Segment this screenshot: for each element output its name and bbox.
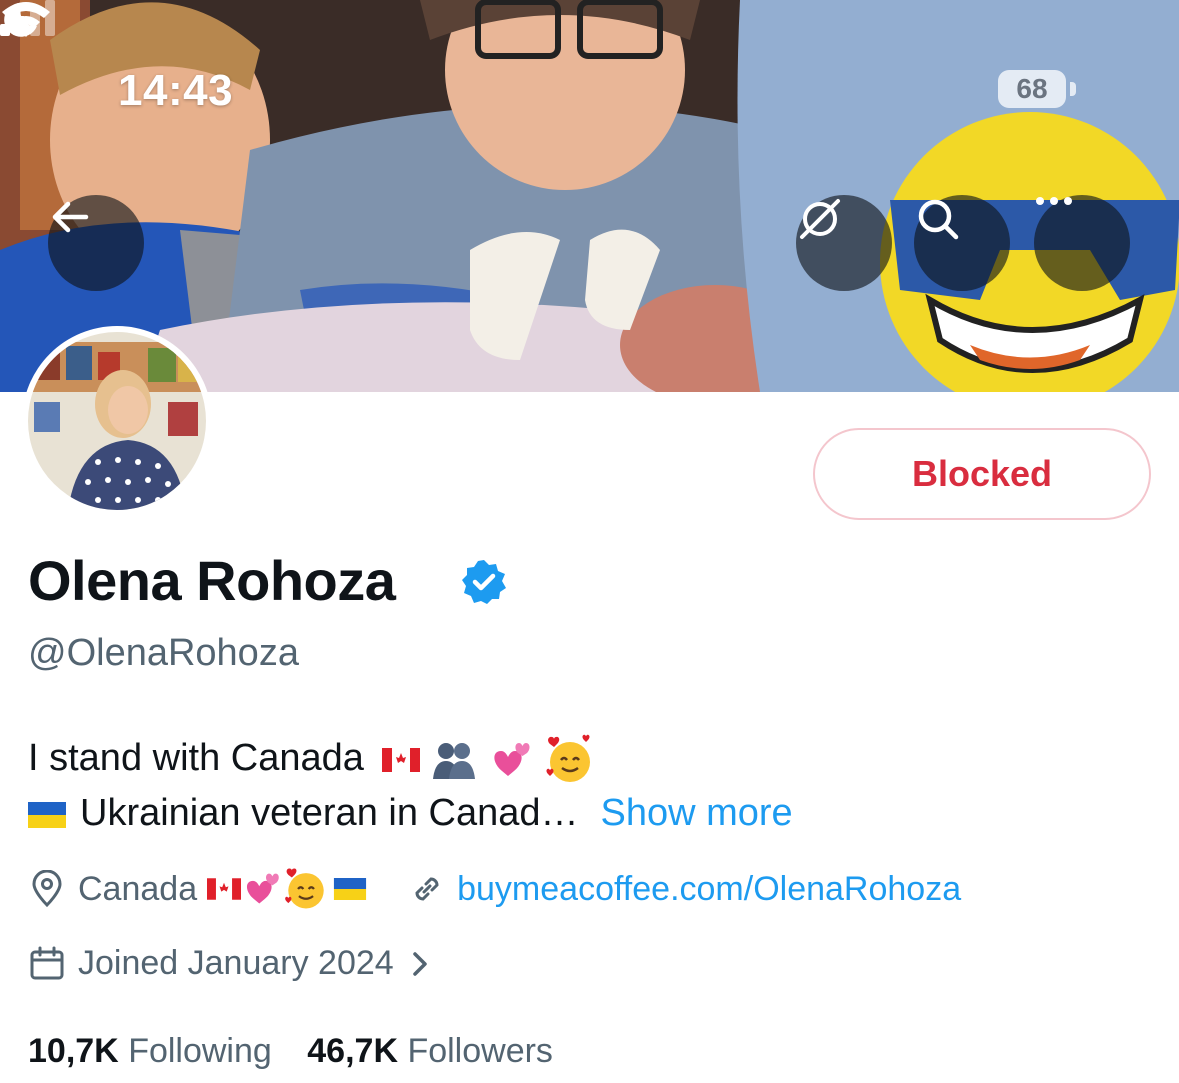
battery-indicator: 68 xyxy=(998,70,1066,108)
more-options-button[interactable] xyxy=(1034,195,1130,291)
globe-slash-icon xyxy=(800,199,840,239)
smiling-face-hearts-icon xyxy=(285,868,324,909)
revolving-hearts-icon xyxy=(493,743,530,776)
following-stat[interactable]: 10,7K Following xyxy=(28,1032,272,1070)
search-button[interactable] xyxy=(914,195,1010,291)
search-icon xyxy=(918,199,959,240)
followers-stat[interactable]: 46,7K Followers xyxy=(307,1032,553,1070)
bio-line-1: I stand with Canada xyxy=(28,734,596,786)
bio-text-2: Ukrainian veteran in Canad… xyxy=(80,792,579,834)
ukraine-flag-icon xyxy=(334,878,367,900)
followers-count: 46,7K xyxy=(307,1032,398,1070)
blocked-button[interactable]: Blocked xyxy=(813,428,1151,520)
more-icon xyxy=(1036,197,1072,205)
profile-meta-row: Canada buymeacoffee.com/OlenaRohoza xyxy=(28,866,961,912)
link-icon xyxy=(415,877,439,901)
ukraine-flag-icon xyxy=(28,801,66,828)
profile-banner[interactable]: 14:43 68 xyxy=(0,0,1179,392)
hugging-people-icon xyxy=(433,743,476,779)
avatar[interactable] xyxy=(22,326,212,516)
bio-line-2: Ukrainian veteran in Canad… Show more xyxy=(28,792,793,835)
following-label: Following xyxy=(128,1032,272,1070)
arrow-left-icon xyxy=(52,201,89,233)
bio-text-1: I stand with Canada xyxy=(28,737,364,780)
avatar-photo xyxy=(28,332,206,510)
canada-flag-icon xyxy=(382,748,421,772)
joined-row[interactable]: Joined January 2024 xyxy=(28,944,434,983)
followers-label: Followers xyxy=(407,1032,553,1070)
status-time: 14:43 xyxy=(118,66,234,115)
location-pin-icon xyxy=(32,870,62,908)
follow-stats: 10,7K Following 46,7K Followers xyxy=(28,1032,553,1071)
wifi-icon xyxy=(2,2,50,37)
following-count: 10,7K xyxy=(28,1032,119,1070)
back-button[interactable] xyxy=(48,195,144,291)
smiling-face-hearts-icon xyxy=(546,734,591,782)
verified-badge-icon[interactable] xyxy=(460,558,508,606)
translate-button[interactable] xyxy=(796,195,892,291)
display-name: Olena Rohoza xyxy=(28,549,396,612)
canada-flag-icon xyxy=(207,878,242,900)
chevron-right-icon xyxy=(412,951,427,976)
location-text: Canada xyxy=(78,869,198,908)
show-more-link[interactable]: Show more xyxy=(601,792,793,834)
user-handle: @OlenaRohoza xyxy=(28,632,299,674)
revolving-hearts-icon xyxy=(247,873,279,904)
banner-photo xyxy=(0,0,1179,392)
battery-tip xyxy=(1070,82,1076,96)
calendar-icon xyxy=(30,946,64,979)
joined-date: Joined January 2024 xyxy=(78,944,394,982)
website-link[interactable]: buymeacoffee.com/OlenaRohoza xyxy=(457,870,961,909)
